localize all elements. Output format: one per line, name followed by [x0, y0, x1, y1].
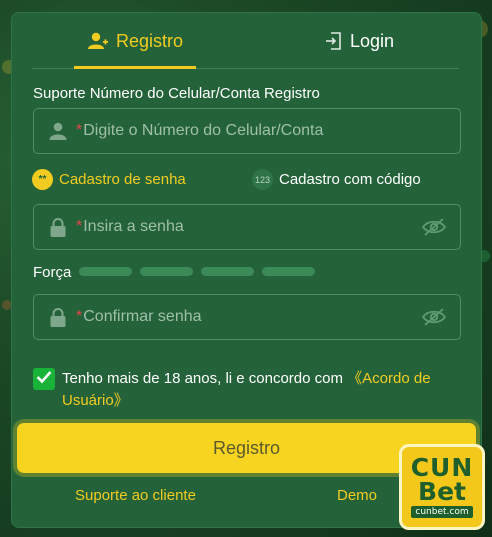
confirm-password-input[interactable]: * Confirmar senha: [33, 294, 461, 340]
tab-register[interactable]: Registro: [88, 13, 183, 69]
strength-segment: [140, 267, 193, 276]
strength-segment: [79, 267, 132, 276]
code-mode-icon: 123: [252, 169, 273, 190]
cunbet-logo: CUN Bet cunbet.com: [399, 444, 485, 530]
required-mark: *: [76, 308, 83, 325]
register-mode-password[interactable]: ** Cadastro de senha: [32, 169, 186, 190]
eye-hidden-icon[interactable]: [421, 217, 447, 242]
login-door-icon: [324, 32, 342, 50]
password-input[interactable]: * Insira a senha: [33, 204, 461, 250]
active-tab-indicator: [74, 66, 196, 69]
check-icon: [36, 370, 52, 389]
password-strength-meter: [79, 267, 315, 276]
add-user-icon: [88, 32, 108, 50]
password-mode-icon: **: [32, 169, 53, 190]
agreement-text: Tenho mais de 18 anos, li e concordo com…: [62, 368, 447, 412]
strength-segment: [262, 267, 315, 276]
agreement-statement: Tenho mais de 18 anos, li e concordo com: [62, 370, 348, 387]
auth-tabs: Registro Login: [32, 13, 459, 69]
register-mode-code[interactable]: 123 Cadastro com código: [252, 169, 421, 190]
demo-link[interactable]: Demo: [337, 487, 377, 504]
account-input[interactable]: * Digite o Número do Celular/Conta: [33, 108, 461, 154]
logo-text-middle: Bet: [418, 477, 466, 506]
eye-hidden-icon[interactable]: [421, 307, 447, 332]
strength-segment: [201, 267, 254, 276]
account-label: Suporte Número do Celular/Conta Registro: [33, 85, 320, 102]
account-placeholder: Digite o Número do Celular/Conta: [83, 122, 324, 139]
required-mark: *: [76, 218, 83, 235]
code-mode-label: Cadastro com código: [279, 171, 421, 188]
user-icon: [48, 121, 68, 141]
lock-icon: [48, 217, 68, 237]
password-mode-label: Cadastro de senha: [59, 171, 186, 188]
tab-register-label: Registro: [116, 30, 184, 51]
required-mark: *: [76, 122, 83, 139]
lock-icon: [48, 307, 68, 327]
confirm-placeholder: Confirmar senha: [83, 308, 202, 325]
password-placeholder: Insira a senha: [83, 218, 184, 235]
tab-login[interactable]: Login: [324, 13, 394, 69]
tab-login-label: Login: [350, 30, 395, 51]
customer-support-link[interactable]: Suporte ao cliente: [75, 487, 196, 504]
logo-domain: cunbet.com: [411, 506, 473, 518]
agreement-checkbox[interactable]: [33, 368, 55, 390]
strength-label: Força: [33, 264, 72, 281]
